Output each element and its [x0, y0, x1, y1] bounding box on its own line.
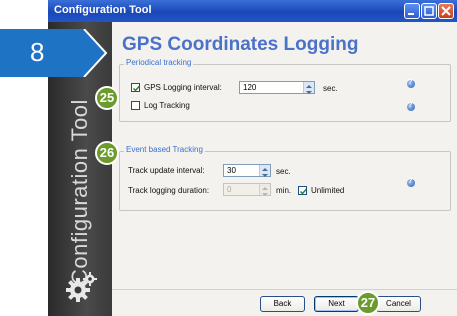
- duration-value: 0: [227, 185, 232, 194]
- minimize-icon: [408, 13, 414, 15]
- update-interval-label: Track update interval:: [128, 166, 205, 175]
- step-number: 8: [30, 37, 45, 67]
- next-button[interactable]: Next: [314, 296, 359, 312]
- duration-label: Track logging duration:: [128, 186, 210, 195]
- gear-icon: [66, 272, 97, 302]
- event-tracking-help-icon[interactable]: ?: [407, 178, 415, 187]
- gps-interval-help-icon[interactable]: ?: [407, 79, 415, 88]
- sidebar-label: Configuration Tool: [67, 99, 92, 285]
- title-bar: Configuration Tool: [48, 0, 457, 22]
- content-area: GPS Coordinates Logging Periodical track…: [112, 22, 457, 316]
- close-button[interactable]: [438, 3, 454, 19]
- periodical-tracking-group: Periodical tracking GPS Logging interval…: [119, 58, 451, 122]
- minimize-button[interactable]: [404, 3, 420, 19]
- update-interval-spinner[interactable]: 30: [223, 164, 271, 177]
- back-button[interactable]: Back: [260, 296, 305, 312]
- badge-event-tracking: 26: [95, 141, 119, 165]
- update-interval-unit: sec.: [276, 167, 291, 176]
- gps-interval-checkbox[interactable]: [131, 83, 141, 92]
- periodical-tracking-legend: Periodical tracking: [124, 58, 194, 67]
- update-interval-value: 30: [227, 166, 236, 175]
- gps-interval-spinner[interactable]: 120: [239, 81, 315, 94]
- page-title: GPS Coordinates Logging: [122, 34, 359, 55]
- step-number-callout: 8: [0, 29, 112, 77]
- gps-interval-label: GPS Logging interval:: [144, 83, 222, 92]
- checkmark-icon: [133, 85, 141, 92]
- spinner-arrows-icon[interactable]: [303, 82, 314, 94]
- close-icon: [441, 6, 451, 16]
- gps-interval-unit: sec.: [323, 84, 338, 93]
- unlimited-label: Unlimited: [311, 186, 345, 195]
- spinner-arrows-icon[interactable]: [259, 184, 270, 196]
- spinner-arrows-icon[interactable]: [259, 165, 270, 177]
- maximize-icon: [424, 6, 434, 16]
- unlimited-checkbox[interactable]: [298, 186, 308, 195]
- window-title: Configuration Tool: [54, 4, 152, 16]
- event-tracking-group: Event based Tracking Track update interv…: [119, 145, 451, 211]
- badge-periodical-tracking: 25: [95, 86, 119, 110]
- log-tracking-help-icon[interactable]: ?: [407, 102, 415, 111]
- duration-spinner[interactable]: 0: [223, 183, 271, 196]
- checkmark-icon: [300, 188, 308, 195]
- event-tracking-legend: Event based Tracking: [124, 145, 205, 154]
- badge-next-button: 27: [356, 291, 380, 315]
- gps-interval-value: 120: [243, 83, 257, 92]
- log-tracking-checkbox[interactable]: [131, 101, 140, 110]
- duration-unit: min.: [276, 186, 292, 195]
- cancel-button[interactable]: Cancel: [376, 296, 421, 312]
- log-tracking-label: Log Tracking: [144, 101, 190, 110]
- maximize-button[interactable]: [421, 3, 437, 19]
- footer-divider: [112, 289, 457, 290]
